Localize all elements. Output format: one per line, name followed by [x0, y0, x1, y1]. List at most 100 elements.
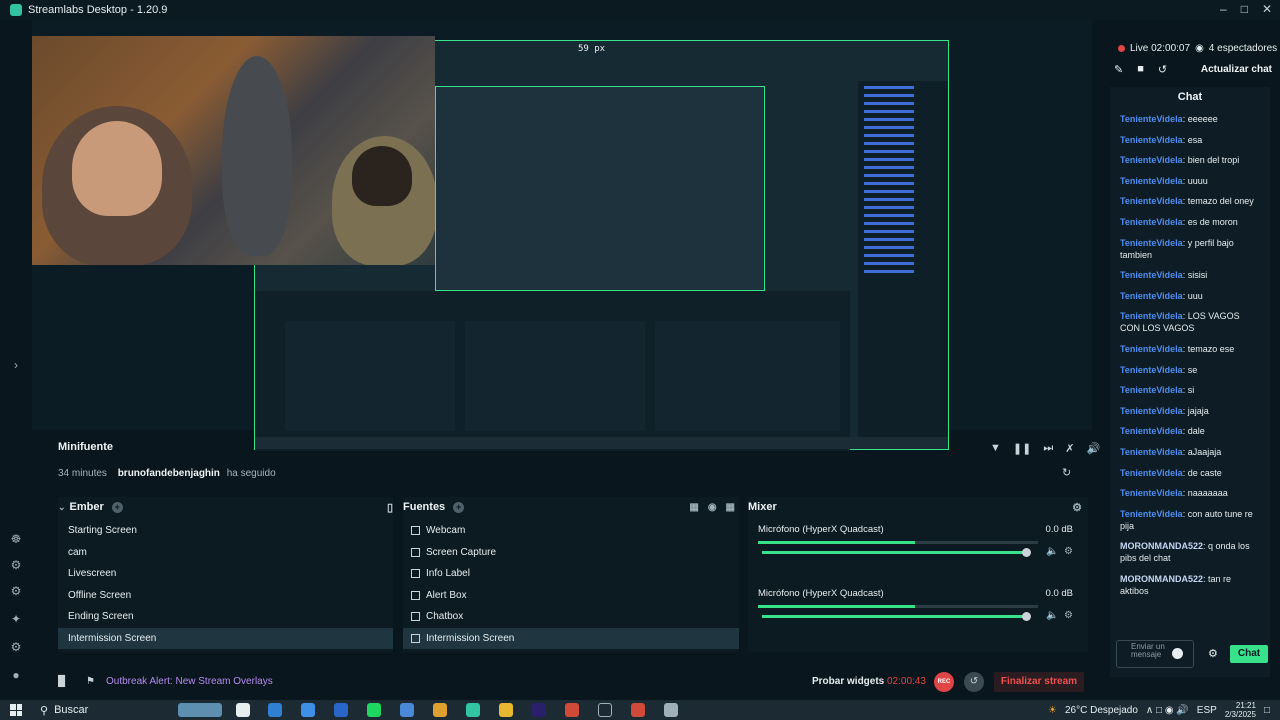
add-source-icon[interactable]: +	[453, 501, 465, 513]
store-icon[interactable]	[400, 703, 414, 717]
stream-preview[interactable]	[32, 20, 1092, 451]
premiere-icon[interactable]	[532, 703, 546, 717]
settings-icon[interactable]: ⚙	[9, 640, 23, 654]
chat-username[interactable]: TenienteVidela	[1120, 238, 1183, 248]
scene-item[interactable]: cam	[58, 542, 393, 564]
source-item[interactable]: Webcam	[403, 520, 739, 542]
chat-username[interactable]: TenienteVidela	[1120, 114, 1183, 124]
taskbar-search[interactable]: ⚲ Buscar	[40, 704, 88, 717]
chat-username[interactable]: TenienteVidela	[1120, 270, 1183, 280]
widgets-icon[interactable]: ⚙	[9, 558, 23, 572]
pause-icon[interactable]: ❚❚	[1013, 442, 1031, 455]
file-explorer-icon[interactable]	[499, 703, 513, 717]
chat-username[interactable]: TenienteVidela	[1120, 291, 1183, 301]
replay-buffer-icon[interactable]: ↺	[964, 672, 984, 692]
end-stream-button[interactable]: Finalizar stream	[994, 672, 1084, 692]
chat-username[interactable]: MORONMANDA522	[1120, 541, 1203, 551]
live-app-icon[interactable]	[598, 703, 612, 717]
edge-icon[interactable]	[268, 703, 282, 717]
task-view-icon[interactable]	[236, 703, 250, 717]
settings-app-icon[interactable]	[664, 703, 678, 717]
refresh-chat-button[interactable]: Actualizar chat	[1201, 64, 1272, 75]
minimize-icon[interactable]: –	[1220, 2, 1227, 16]
chat-username[interactable]: MORONMANDA522	[1120, 574, 1203, 584]
share-icon[interactable]: ↺	[1158, 63, 1167, 76]
close-icon[interactable]: ✕	[1262, 2, 1272, 16]
source-item[interactable]: Screen Capture	[403, 542, 739, 564]
chat-username[interactable]: TenienteVidela	[1120, 468, 1183, 478]
chrome-2-icon[interactable]	[565, 703, 579, 717]
refresh-icon[interactable]: ↻	[1062, 466, 1071, 479]
spotify-icon[interactable]	[367, 703, 381, 717]
chat-send-button[interactable]: Chat	[1230, 645, 1268, 663]
news-alert-link[interactable]: Outbreak Alert: New Stream Overlays	[106, 676, 273, 687]
chat-username[interactable]: TenienteVidela	[1120, 196, 1183, 206]
dashboard-icon[interactable]: ■	[1137, 63, 1144, 75]
chat-username[interactable]: TenienteVidela	[1120, 135, 1183, 145]
scene-item[interactable]: Livescreen	[58, 563, 393, 585]
stats-icon[interactable]: █	[58, 676, 65, 687]
scene-transitions-icon[interactable]: ▯	[387, 501, 393, 514]
folder-icon[interactable]: ▦	[689, 502, 698, 513]
scene-item[interactable]: Starting Screen	[58, 520, 393, 542]
scene-item[interactable]: Ending Screen	[58, 606, 393, 628]
mute-alerts-icon[interactable]: ✗	[1065, 442, 1074, 455]
scene-item[interactable]: Intermission Screen	[58, 627, 393, 649]
chat-username[interactable]: TenienteVidela	[1120, 406, 1183, 416]
source-item[interactable]: Alert Box	[403, 585, 739, 607]
windows-start-icon[interactable]	[10, 704, 22, 716]
themes-icon[interactable]: ☸	[9, 532, 23, 546]
profile-icon[interactable]: ●	[9, 668, 23, 682]
chat-username[interactable]: TenienteVidela	[1120, 155, 1183, 165]
chat-username[interactable]: TenienteVidela	[1120, 365, 1183, 375]
volume-slider[interactable]	[762, 615, 1030, 618]
clock[interactable]: 21:21 2/3/2025	[1225, 701, 1256, 719]
taskbar-widget-icon[interactable]	[178, 703, 222, 717]
notifications-icon[interactable]: □	[1264, 705, 1270, 716]
source-item[interactable]: Intermission Screen	[403, 627, 739, 649]
chat-username[interactable]: TenienteVidela	[1120, 217, 1183, 227]
channel-settings-icon[interactable]: ⚙	[1064, 546, 1073, 557]
eye-icon[interactable]: ◉	[708, 502, 717, 513]
filter-icon[interactable]: ▼	[990, 442, 1001, 455]
add-scene-icon[interactable]: +	[111, 501, 123, 513]
chat-username[interactable]: TenienteVidela	[1120, 509, 1183, 519]
rec-button[interactable]: REC	[934, 672, 954, 692]
chat-username[interactable]: TenienteVidela	[1120, 344, 1183, 354]
chat-username[interactable]: TenienteVidela	[1120, 176, 1183, 186]
volume-slider[interactable]	[762, 551, 1030, 554]
test-widgets-button[interactable]: Probar widgets	[812, 676, 884, 687]
chat-username[interactable]: TenienteVidela	[1120, 385, 1183, 395]
volume-slider-handle[interactable]	[1022, 612, 1031, 621]
language[interactable]: ESP	[1197, 705, 1217, 716]
streamlabs-taskbar-icon[interactable]	[466, 703, 480, 717]
emoji-icon[interactable]	[1172, 648, 1183, 659]
vscode-icon[interactable]	[334, 703, 348, 717]
maximize-icon[interactable]: □	[1241, 2, 1248, 16]
chat-username[interactable]: TenienteVidela	[1120, 311, 1183, 321]
source-settings-icon[interactable]: ▦	[726, 502, 735, 513]
edit-icon[interactable]: ✎	[1114, 63, 1123, 76]
mute-icon[interactable]: 🔈	[1046, 546, 1058, 557]
volume-slider-handle[interactable]	[1022, 548, 1031, 557]
tray-icons[interactable]: ∧ □ ◉ 🔊	[1146, 705, 1189, 716]
chat-username[interactable]: TenienteVidela	[1120, 426, 1183, 436]
chrome-3-icon[interactable]	[631, 703, 645, 717]
source-item[interactable]: Info Label	[403, 563, 739, 585]
source-item[interactable]: Chatbox	[403, 606, 739, 628]
apps-icon[interactable]: ⚙	[9, 584, 23, 598]
mixer-settings-icon[interactable]: ⚙	[1072, 501, 1082, 514]
skip-icon[interactable]: ⏭	[1043, 442, 1053, 455]
chat-username[interactable]: TenienteVidela	[1120, 488, 1183, 498]
mute-icon[interactable]: 🔈	[1046, 610, 1058, 621]
edge-dev-icon[interactable]	[301, 703, 315, 717]
scene-item[interactable]: Offline Screen	[58, 585, 393, 607]
chrome-icon[interactable]	[433, 703, 447, 717]
channel-settings-icon[interactable]: ⚙	[1064, 610, 1073, 621]
volume-icon[interactable]: 🔊	[1086, 442, 1100, 455]
chat-username[interactable]: TenienteVidela	[1120, 447, 1183, 457]
chat-settings-icon[interactable]: ⚙	[1208, 647, 1218, 660]
chevron-right-icon[interactable]: ›	[9, 358, 23, 372]
tools-icon[interactable]: ✦	[9, 612, 23, 626]
chevron-down-icon[interactable]: ⌄	[58, 502, 66, 513]
